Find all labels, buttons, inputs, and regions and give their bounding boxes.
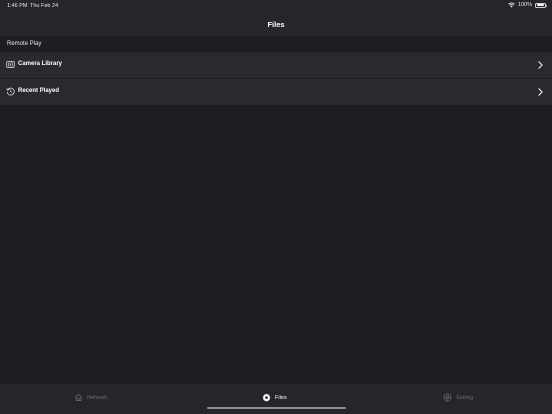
camera-library-icon: [6, 61, 15, 68]
section-header: Remote Play: [7, 41, 42, 47]
status-right: 100%: [508, 2, 547, 8]
status-date: Thu Feb 24: [30, 3, 59, 9]
tab-network-label: Network: [87, 394, 108, 401]
tab-setting-label: Setting: [456, 394, 474, 401]
gear-icon: [262, 393, 271, 402]
battery-icon: [535, 2, 547, 8]
tab-bar: Network Files Setting: [0, 384, 552, 414]
tab-files-label: Files: [275, 394, 287, 401]
recent-played-row[interactable]: Recent Played: [0, 79, 552, 105]
tab-setting[interactable]: Setting: [443, 393, 473, 402]
aperture-icon: [443, 393, 452, 402]
status-time: 1:46 PM: [7, 3, 28, 9]
chevron-right-icon: [538, 61, 543, 69]
status-bar: 1:46 PM Thu Feb 24 100%: [0, 0, 552, 14]
tab-network[interactable]: Network: [74, 393, 107, 402]
recent-played-label: Recent Played: [18, 88, 60, 94]
battery-percent: 100%: [517, 2, 532, 8]
chevron-right-icon: [538, 88, 543, 96]
tab-files[interactable]: Files: [262, 393, 287, 402]
history-icon: [6, 87, 15, 96]
navigation-bar: Files: [0, 14, 552, 36]
camera-library-label: Camera Library: [18, 61, 63, 67]
wifi-icon: [508, 2, 515, 8]
home-indicator[interactable]: [207, 407, 346, 409]
page-title: Files: [267, 20, 285, 29]
home-icon: [74, 394, 83, 401]
camera-library-row[interactable]: Camera Library: [0, 52, 552, 78]
